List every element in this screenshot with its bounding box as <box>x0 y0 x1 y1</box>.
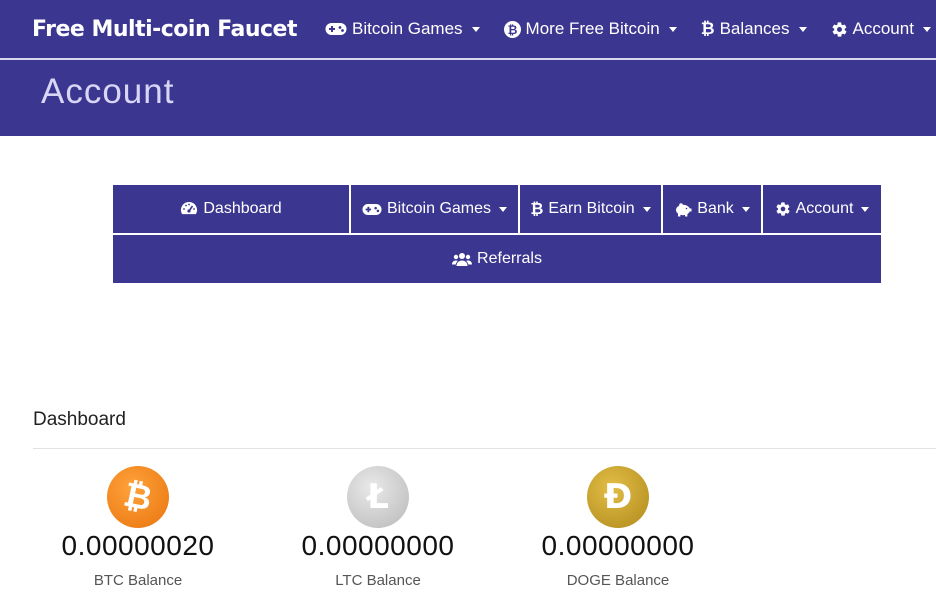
caret-down-icon <box>668 26 677 32</box>
submenu-label: Earn Bitcoin <box>548 200 635 217</box>
ltc-balance-label: LTC Balance <box>335 572 421 589</box>
top-navbar: Free Multi-coin Faucet Bitcoin Games ₿ M… <box>0 0 936 58</box>
speedometer-icon <box>180 201 198 217</box>
nav-menu: Bitcoin Games ₿ More Free Bitcoin ₿ Bala… <box>325 19 936 39</box>
balance-card-btc: ₿ 0.00000020 BTC Balance <box>18 466 258 589</box>
btc-balance-amount: 0.00000020 <box>61 530 215 561</box>
btc-balance-label: BTC Balance <box>93 572 183 589</box>
submenu-referrals-button[interactable]: Referrals <box>113 235 881 283</box>
doge-balance-label: DOGE Balance <box>566 572 670 589</box>
gear-icon <box>775 201 791 217</box>
gamepad-icon <box>362 203 382 216</box>
dashboard-heading: Dashboard <box>33 409 126 430</box>
nav-more-free-bitcoin[interactable]: ₿ More Free Bitcoin <box>503 19 677 39</box>
caret-down-icon <box>798 26 807 32</box>
page-title: Account <box>41 72 175 111</box>
balance-card-ltc: Ł 0.00000000 LTC Balance <box>258 466 498 589</box>
balance-list: ₿ 0.00000020 BTC Balance Ł 0.00000000 LT… <box>0 466 936 606</box>
nav-bitcoin-games[interactable]: Bitcoin Games <box>325 19 480 39</box>
btc-coin-icon: ₿ <box>107 466 169 528</box>
nav-label: Account <box>852 19 914 38</box>
submenu-label: Bitcoin Games <box>386 200 492 217</box>
bitcoin-icon: ₿ <box>700 19 715 39</box>
bitcoin-circle-icon: ₿ <box>503 20 521 38</box>
submenu-label: Dashboard <box>203 200 282 217</box>
submenu-row: Dashboard Bitcoin Games ₿ Earn Bitcoin B… <box>113 185 881 233</box>
svg-text:₿: ₿ <box>507 22 517 36</box>
doge-balance-amount: 0.00000000 <box>541 530 695 561</box>
submenu-label: Bank <box>697 200 734 217</box>
caret-down-icon <box>642 206 651 212</box>
nav-label: More Free Bitcoin <box>525 19 660 38</box>
gear-icon <box>831 21 848 38</box>
nav-balances[interactable]: ₿ Balances <box>701 19 807 39</box>
submenu-row: Referrals <box>113 235 881 283</box>
ltc-balance-amount: 0.00000000 <box>301 530 455 561</box>
submenu-dashboard-button[interactable]: Dashboard <box>113 185 349 233</box>
piggy-bank-icon <box>674 202 692 217</box>
page-header: Account <box>0 60 936 136</box>
users-icon <box>452 252 473 266</box>
submenu-label: Referrals <box>477 250 542 267</box>
caret-down-icon <box>499 206 508 212</box>
caret-down-icon <box>471 26 480 32</box>
submenu-earn-bitcoin-button[interactable]: ₿ Earn Bitcoin <box>520 185 661 233</box>
caret-down-icon <box>861 206 870 212</box>
bitcoin-icon: ₿ <box>530 199 544 218</box>
caret-down-icon <box>741 206 750 212</box>
section-divider <box>33 448 936 449</box>
submenu-account-button[interactable]: Account <box>763 185 881 233</box>
gamepad-icon <box>325 22 347 36</box>
submenu-bitcoin-games-button[interactable]: Bitcoin Games <box>351 185 518 233</box>
submenu-bank-button[interactable]: Bank <box>663 185 761 233</box>
balance-card-doge: Đ 0.00000000 DOGE Balance <box>498 466 738 589</box>
caret-down-icon <box>922 26 931 32</box>
account-submenu: Dashboard Bitcoin Games ₿ Earn Bitcoin B… <box>113 185 881 283</box>
nav-label: Bitcoin Games <box>352 19 463 38</box>
submenu-label: Account <box>795 200 854 217</box>
nav-label: Balances <box>719 19 790 38</box>
ltc-coin-icon: Ł <box>347 466 409 528</box>
doge-coin-icon: Đ <box>587 466 649 528</box>
brand-logo[interactable]: Free Multi-coin Faucet <box>32 17 298 42</box>
nav-account[interactable]: Account <box>831 19 931 39</box>
